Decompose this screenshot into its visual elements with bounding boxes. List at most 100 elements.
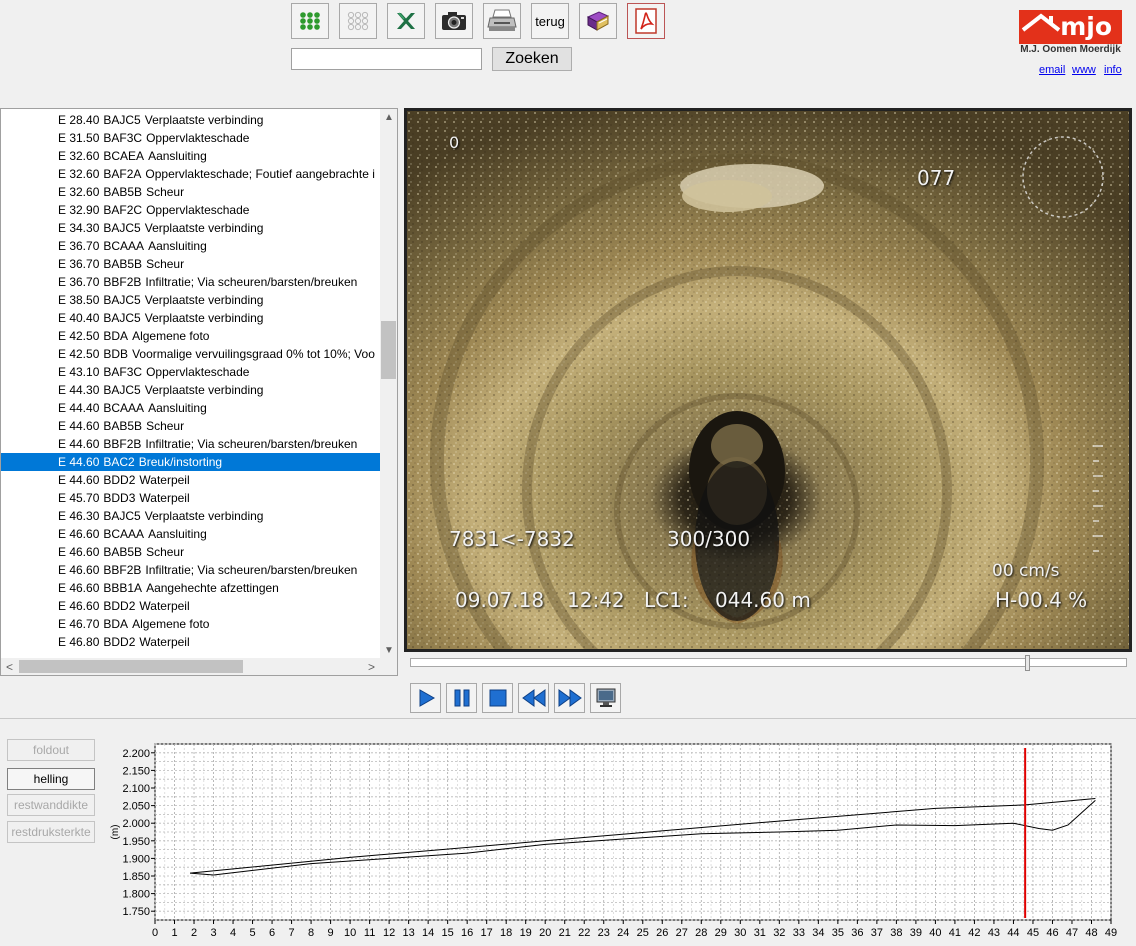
observation-row[interactable]: E 42.50 BDA Algemene foto	[1, 327, 381, 345]
video-seek-bar[interactable]	[410, 658, 1127, 667]
observation-code: BAJC5	[103, 311, 141, 325]
vertical-scrollbar[interactable]: ▲ ▼	[380, 109, 397, 658]
observation-pos: E 42.50	[58, 347, 100, 361]
observation-row[interactable]: E 40.40 BAJC5 Verplaatste verbinding	[1, 309, 381, 327]
x-tick-label: 31	[754, 927, 766, 939]
printer-icon[interactable]	[483, 3, 521, 39]
observation-row[interactable]: E 44.30 BAJC5 Verplaatste verbinding	[1, 381, 381, 399]
observation-row[interactable]: E 44.40 BCAAA Aansluiting	[1, 399, 381, 417]
www-link[interactable]: www	[1072, 64, 1096, 76]
back-button[interactable]: terug	[531, 3, 569, 39]
osd-pipe-ids: 7831<-7832	[449, 527, 575, 551]
green-dots-icon[interactable]	[291, 3, 329, 39]
horizontal-scroll-thumb[interactable]	[19, 660, 243, 673]
observation-row[interactable]: E 46.70 BDA Algemene foto	[1, 615, 381, 633]
observation-row[interactable]: E 34.30 BAJC5 Verplaatste verbinding	[1, 219, 381, 237]
observation-code: BDD3	[103, 491, 136, 505]
observation-text: Oppervlakteschade; Foutief aangebrachte …	[145, 167, 375, 181]
toolbar: terug Zoeken mjo M.J. Oomen Moerdijk ema…	[0, 0, 1136, 108]
observation-row[interactable]: E 32.60 BAB5B Scheur	[1, 183, 381, 201]
observation-text: Waterpeil	[139, 635, 190, 649]
observation-pos: E 45.70	[58, 491, 100, 505]
observation-row[interactable]: E 42.50 BDB Voormalige vervuilingsgraad 0%…	[1, 345, 381, 363]
observation-row[interactable]: E 46.60 BAB5B Scheur	[1, 543, 381, 561]
observation-row[interactable]: E 32.60 BCAEA Aansluiting	[1, 147, 381, 165]
y-tick-label: 1.850	[122, 871, 150, 883]
observation-row[interactable]: E 43.10 BAF3C Oppervlakteschade	[1, 363, 381, 381]
house-icon	[1021, 13, 1061, 32]
restwanddikte-button[interactable]: restwanddikte	[7, 794, 95, 816]
info-link[interactable]: info	[1104, 64, 1122, 76]
pause-button[interactable]	[446, 683, 477, 713]
x-tick-label: 14	[422, 927, 434, 939]
x-tick-label: 40	[929, 927, 941, 939]
observation-pos: E 44.30	[58, 383, 100, 397]
inspection-video[interactable]: 0 077 7831<-7832 300/300 00 cm/s 09.07.1…	[404, 108, 1132, 652]
foldout-button[interactable]: foldout	[7, 739, 95, 761]
logo-mark: mjo	[1019, 10, 1122, 44]
x-tick-label: 44	[1007, 927, 1019, 939]
observation-row[interactable]: E 31.50 BAF3C Oppervlakteschade	[1, 129, 381, 147]
x-tick-label: 42	[968, 927, 980, 939]
camera-icon[interactable]	[435, 3, 473, 39]
observation-row[interactable]: E 46.60 BCAAA Aansluiting	[1, 525, 381, 543]
observation-text: Aansluiting	[148, 527, 207, 541]
email-link[interactable]: email	[1039, 64, 1065, 76]
observation-text: Breuk/instorting	[138, 455, 223, 469]
observation-row[interactable]: E 36.70 BAB5B Scheur	[1, 255, 381, 273]
search-input[interactable]	[291, 48, 482, 70]
observation-row[interactable]: E 46.80 BDD2 Waterpeil	[1, 633, 381, 651]
vertical-scroll-thumb[interactable]	[381, 321, 396, 379]
x-tick-label: 46	[1046, 927, 1058, 939]
x-tick-label: 48	[1085, 927, 1097, 939]
grey-dots-icon[interactable]	[339, 3, 377, 39]
observation-row[interactable]: E 32.60 BAF2A Oppervlakteschade; Foutief a…	[1, 165, 381, 183]
seek-thumb[interactable]	[1024, 655, 1030, 671]
restdruksterkte-button[interactable]: restdruksterkte	[7, 821, 95, 843]
horizontal-scrollbar[interactable]: < >	[1, 658, 397, 675]
monitor-button[interactable]	[590, 683, 621, 713]
x-tick-label: 3	[210, 927, 216, 939]
observation-list[interactable]: E 28.40 BAJC5 Verplaatste verbinding E 31.5…	[0, 108, 398, 676]
play-button[interactable]	[410, 683, 441, 713]
fast-forward-button[interactable]	[554, 683, 585, 713]
x-tick-label: 38	[890, 927, 902, 939]
stop-button[interactable]	[482, 683, 513, 713]
book-icon[interactable]	[579, 3, 617, 39]
scroll-down-icon[interactable]: ▼	[384, 645, 394, 656]
x-tick-label: 9	[328, 927, 334, 939]
observation-row[interactable]: E 36.70 BBF2B Infiltratie; Via scheuren/ba…	[1, 273, 381, 291]
excel-icon[interactable]	[387, 3, 425, 39]
observation-pos: E 44.60	[58, 455, 100, 469]
observation-row[interactable]: E 28.40 BAJC5 Verplaatste verbinding	[1, 111, 381, 129]
y-axis-label: (m)	[110, 825, 121, 840]
rewind-button[interactable]	[518, 683, 549, 713]
scroll-left-icon[interactable]: <	[6, 660, 13, 674]
observation-row[interactable]: E 46.30 BAJC5 Verplaatste verbinding	[1, 507, 381, 525]
observation-row[interactable]: E 44.60 BAB5B Scheur	[1, 417, 381, 435]
observation-row[interactable]: E 44.60 BDD2 Waterpeil	[1, 471, 381, 489]
observation-row[interactable]: E 44.60 BAC2 Breuk/instorting	[1, 453, 381, 471]
search-button[interactable]: Zoeken	[492, 47, 572, 71]
helling-button[interactable]: helling	[7, 768, 95, 790]
observation-row[interactable]: E 38.50 BAJC5 Verplaatste verbinding	[1, 291, 381, 309]
observation-row[interactable]: E 45.70 BDD3 Waterpeil	[1, 489, 381, 507]
observation-row[interactable]: E 36.70 BCAAA Aansluiting	[1, 237, 381, 255]
observation-pos: E 44.40	[58, 401, 100, 415]
observation-pos: E 32.60	[58, 167, 100, 181]
x-tick-label: 45	[1027, 927, 1039, 939]
observation-text: Verplaatste verbinding	[144, 221, 264, 235]
scroll-up-icon[interactable]: ▲	[384, 112, 394, 123]
scroll-right-icon[interactable]: >	[368, 660, 375, 674]
x-tick-label: 21	[559, 927, 571, 939]
x-tick-label: 28	[695, 927, 707, 939]
observation-row[interactable]: E 46.60 BBF2B Infiltratie; Via scheuren/ba…	[1, 561, 381, 579]
observation-row[interactable]: E 46.60 BDD2 Waterpeil	[1, 597, 381, 615]
observation-row[interactable]: E 46.60 BBB1A Aangehechte afzettingen	[1, 579, 381, 597]
pdf-icon[interactable]	[627, 3, 665, 39]
observation-row[interactable]: E 44.60 BBF2B Infiltratie; Via scheuren/ba…	[1, 435, 381, 453]
x-tick-label: 5	[249, 927, 255, 939]
x-tick-label: 1	[171, 927, 177, 939]
observation-row[interactable]: E 32.90 BAF2C Oppervlakteschade	[1, 201, 381, 219]
observation-code: BAF2C	[103, 203, 143, 217]
